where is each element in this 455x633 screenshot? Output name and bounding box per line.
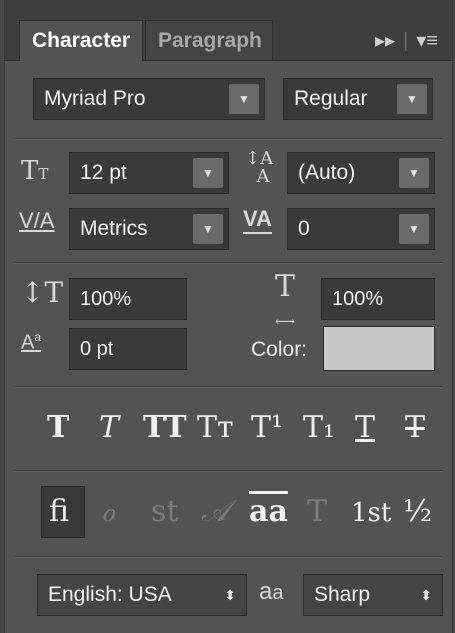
language-value: English: USA xyxy=(48,583,172,606)
standard-ligatures-button[interactable]: fi xyxy=(49,494,69,529)
spinner-arrows-icon: ⬍ xyxy=(224,587,236,603)
tab-bar-icons: ▸▸ | ▾≡ xyxy=(367,28,438,53)
antialias-value: Sharp xyxy=(314,583,371,606)
swash-button[interactable]: 𝒜 xyxy=(201,494,229,529)
color-label: Color: xyxy=(251,338,308,361)
horizontal-scale-icon: T ⟷ xyxy=(275,269,296,331)
panel-menu-icon[interactable]: ▾≡ xyxy=(416,30,438,52)
chevron-down-icon: ▼ xyxy=(397,84,427,114)
strikethrough-button[interactable]: T xyxy=(405,410,425,445)
tracking-icon: VA xyxy=(243,206,272,234)
font-size-value: 12 pt xyxy=(80,161,127,184)
faux-italic-button[interactable]: T xyxy=(99,410,119,445)
tracking-dropdown[interactable]: 0 ▼ xyxy=(287,208,435,250)
antialias-icon: aa xyxy=(259,578,284,605)
double-chevron-right-icon[interactable]: ▸▸ xyxy=(375,30,395,52)
leading-icon: ↕A A xyxy=(245,148,274,187)
font-style-dropdown[interactable]: Regular ▼ xyxy=(283,78,433,120)
fractions-button[interactable]: ½ xyxy=(403,494,432,529)
separator xyxy=(15,138,442,140)
chevron-down-icon: ▼ xyxy=(399,214,429,244)
kerning-dropdown[interactable]: Metrics ▼ xyxy=(69,208,229,250)
kerning-icon: V/A xyxy=(19,208,55,233)
stylistic-alternates-button[interactable]: aa xyxy=(249,494,288,529)
separator xyxy=(15,386,442,388)
vertical-scale-icon: ↕T xyxy=(21,276,64,309)
spinner-arrows-icon: ⬍ xyxy=(420,587,432,603)
font-style-value: Regular xyxy=(294,87,368,110)
baseline-shift-value: 0 pt xyxy=(80,338,114,360)
divider: | xyxy=(403,30,409,52)
language-dropdown[interactable]: English: USA ⬍ xyxy=(37,574,247,616)
tab-paragraph[interactable]: Paragraph xyxy=(145,20,273,60)
horizontal-scale-input[interactable]: 100% xyxy=(321,278,435,320)
discretionary-ligatures-button[interactable]: st xyxy=(151,494,178,529)
chevron-down-icon: ▼ xyxy=(193,158,223,188)
tab-character[interactable]: Character xyxy=(19,20,143,61)
ordinals-button[interactable]: 1st xyxy=(351,498,391,528)
antialias-dropdown[interactable]: Sharp ⬍ xyxy=(303,574,443,616)
baseline-shift-input[interactable]: 0 pt xyxy=(69,328,187,370)
font-family-value: Myriad Pro xyxy=(44,87,146,110)
font-family-dropdown[interactable]: Myriad Pro ▼ xyxy=(33,78,265,120)
leading-value: (Auto) xyxy=(298,161,356,184)
separator xyxy=(15,556,442,558)
underline-button[interactable]: T xyxy=(355,410,375,445)
kerning-value: Metrics xyxy=(80,217,148,240)
leading-dropdown[interactable]: (Auto) ▼ xyxy=(287,152,435,194)
contextual-alternates-button[interactable]: ℴ xyxy=(101,494,115,529)
all-caps-button[interactable]: TT xyxy=(143,410,187,445)
font-size-dropdown[interactable]: 12 pt ▼ xyxy=(69,152,229,194)
color-swatch[interactable] xyxy=(323,326,435,371)
character-panel: Character Paragraph ▸▸ | ▾≡ Myriad Pro ▼ R… xyxy=(4,0,453,633)
vertical-scale-value: 100% xyxy=(80,288,132,310)
chevron-down-icon: ▼ xyxy=(229,84,259,114)
separator xyxy=(15,262,442,264)
tracking-value: 0 xyxy=(298,217,310,240)
baseline-shift-icon: Aa xyxy=(21,330,42,354)
font-size-icon: TT xyxy=(21,156,49,186)
superscript-button[interactable]: T¹ xyxy=(251,410,283,445)
subscript-button[interactable]: T₁ xyxy=(303,410,335,445)
faux-bold-button[interactable]: T xyxy=(47,410,69,445)
titling-alternates-button[interactable]: T xyxy=(307,494,327,529)
small-caps-button[interactable]: Tт xyxy=(197,410,234,445)
tab-bar: Character Paragraph ▸▸ | ▾≡ xyxy=(5,0,452,61)
vertical-scale-input[interactable]: 100% xyxy=(69,278,187,320)
chevron-down-icon: ▼ xyxy=(193,214,223,244)
chevron-down-icon: ▼ xyxy=(399,158,429,188)
separator xyxy=(15,470,442,472)
horizontal-scale-value: 100% xyxy=(332,288,384,310)
